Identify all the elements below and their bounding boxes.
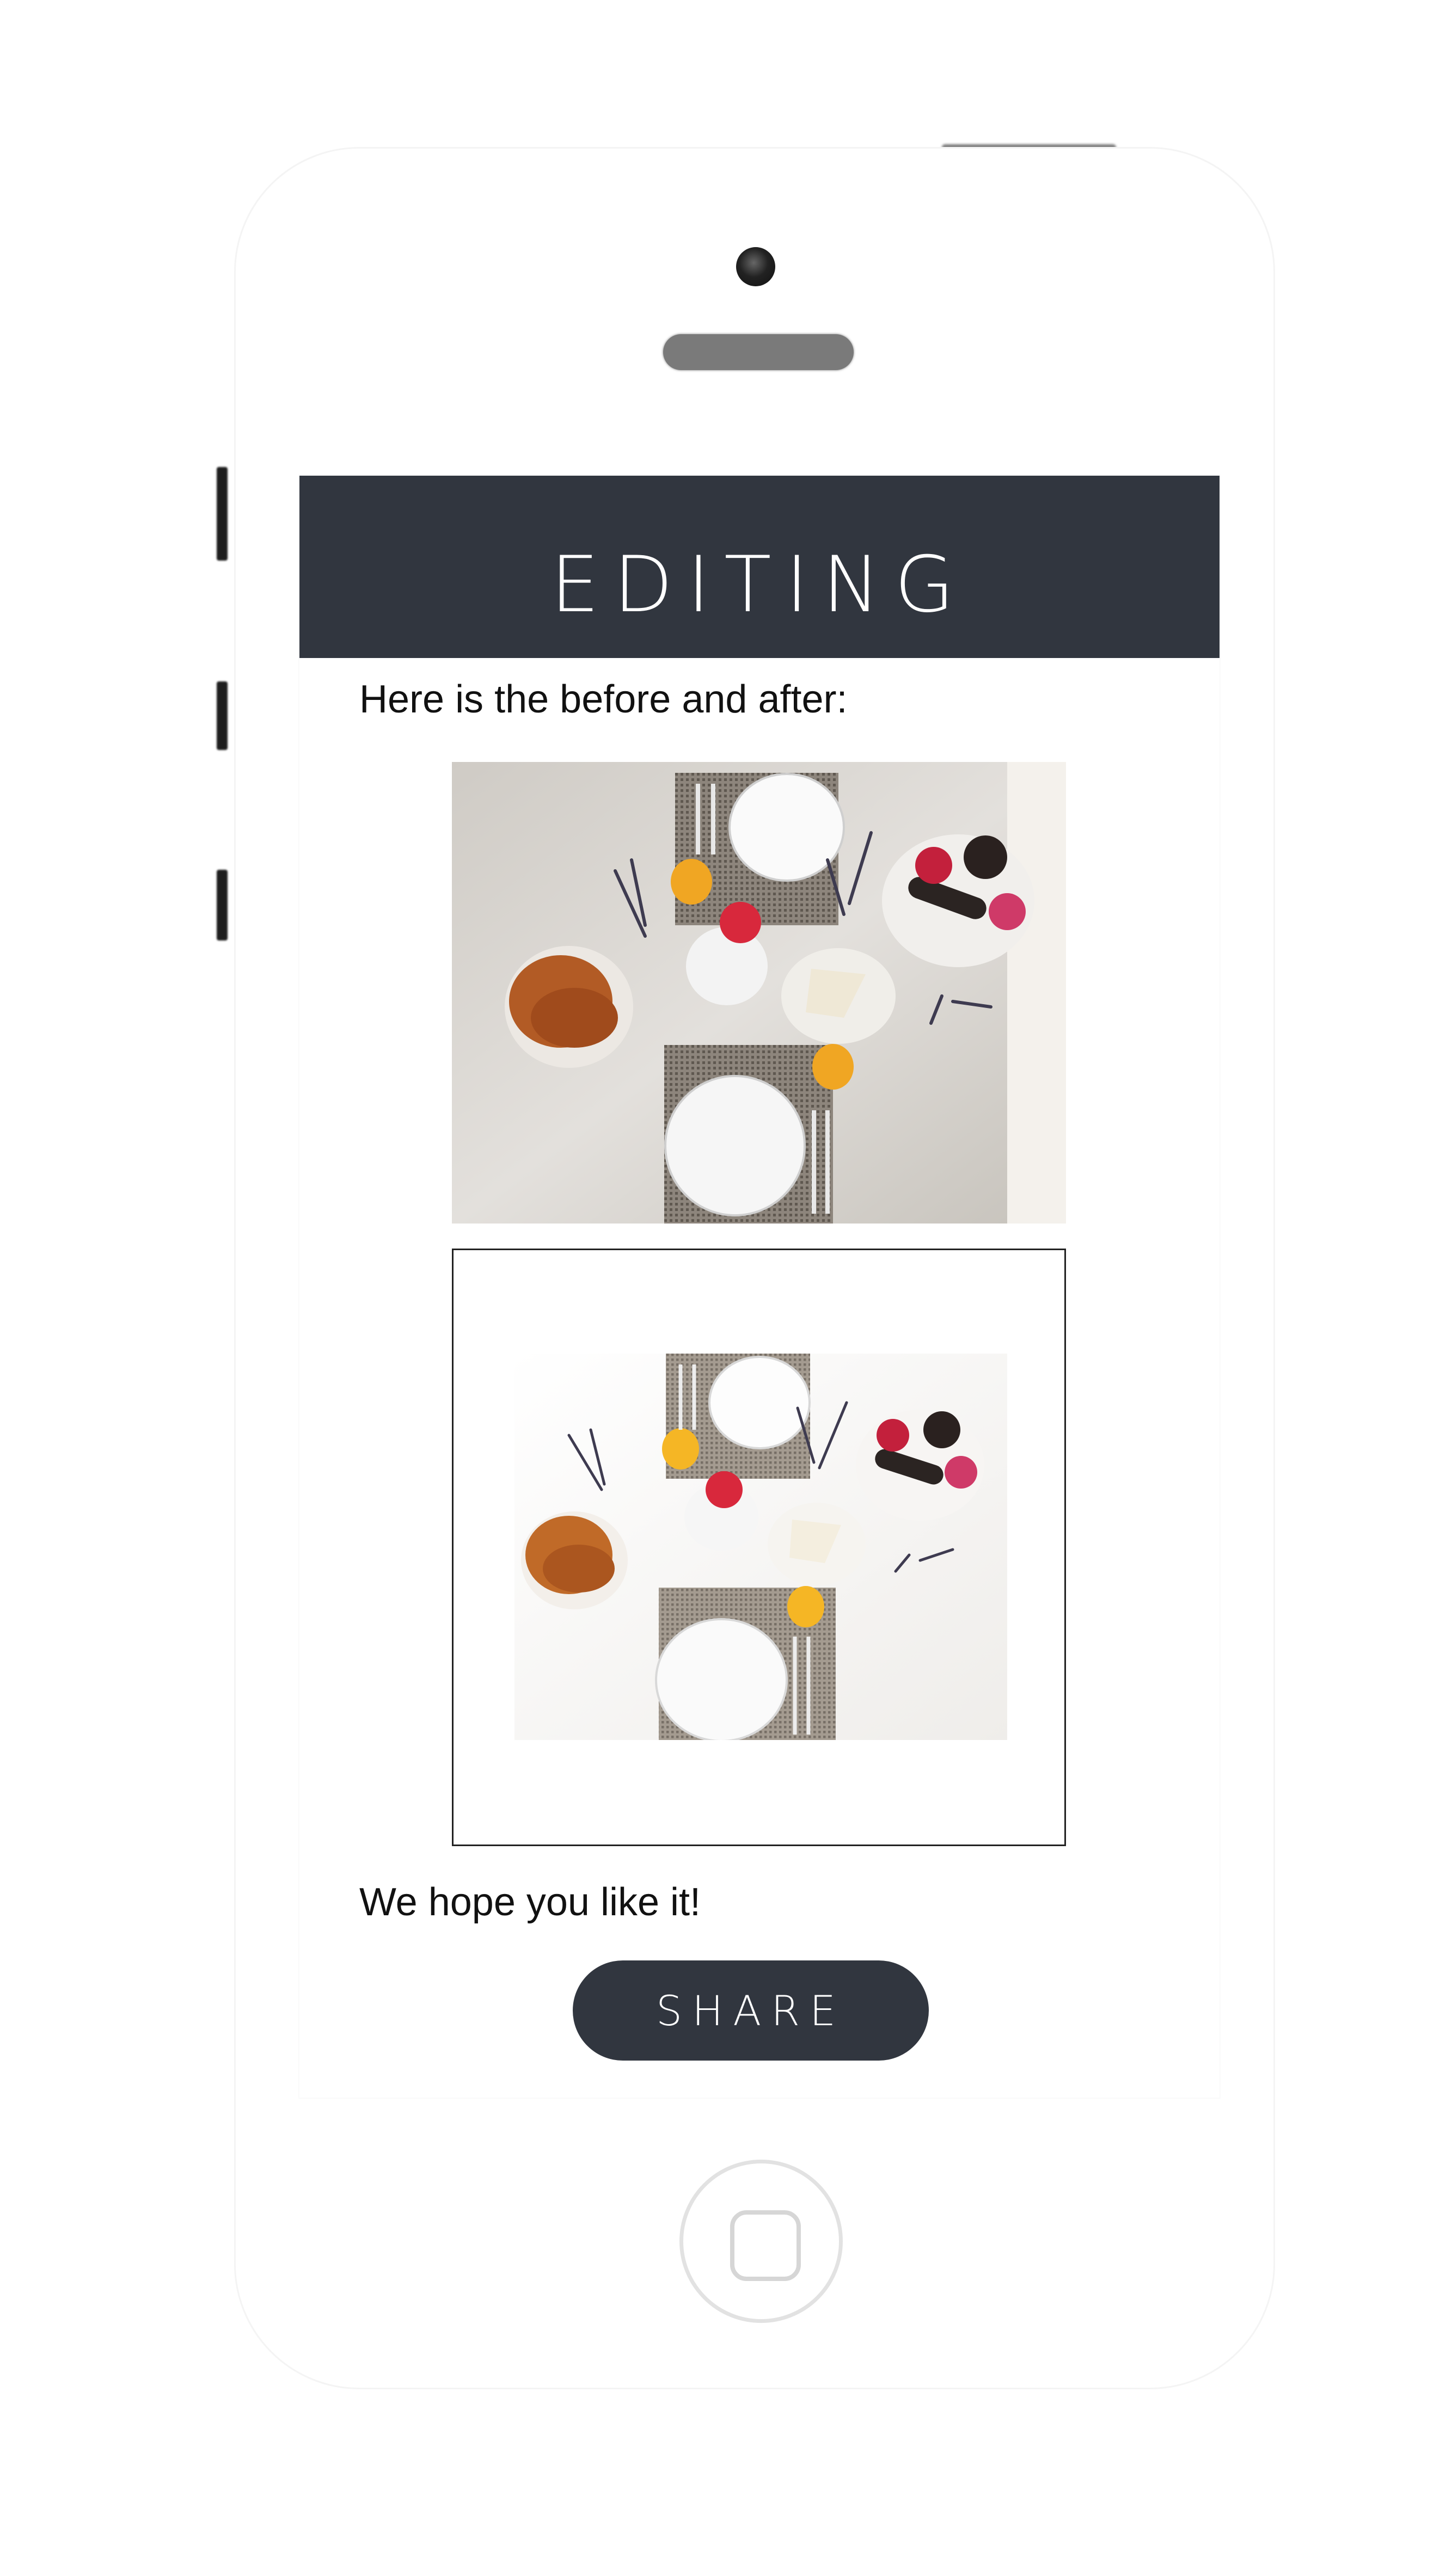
home-button-icon[interactable] [679,2160,843,2323]
mute-switch [217,467,228,561]
header-bar: EDITING [299,476,1220,658]
page-title: EDITING [550,540,969,630]
home-square-icon [730,2210,801,2281]
front-camera-icon [736,247,775,286]
intro-text: Here is the before and after: [359,678,848,721]
outro-text: We hope you like it! [359,1880,701,1924]
before-photo [452,762,1066,1224]
share-button[interactable]: SHARE [573,1960,929,2061]
volume-up-button [217,681,228,750]
volume-down-button [217,870,228,940]
earpiece-icon [663,334,854,370]
phone-screen: EDITING Here is the before and after: We… [298,475,1221,2099]
before-photo-illustration [452,762,1066,1224]
after-photo [514,1354,1007,1740]
after-photo-frame [452,1249,1066,1846]
after-photo-illustration [514,1354,1007,1740]
